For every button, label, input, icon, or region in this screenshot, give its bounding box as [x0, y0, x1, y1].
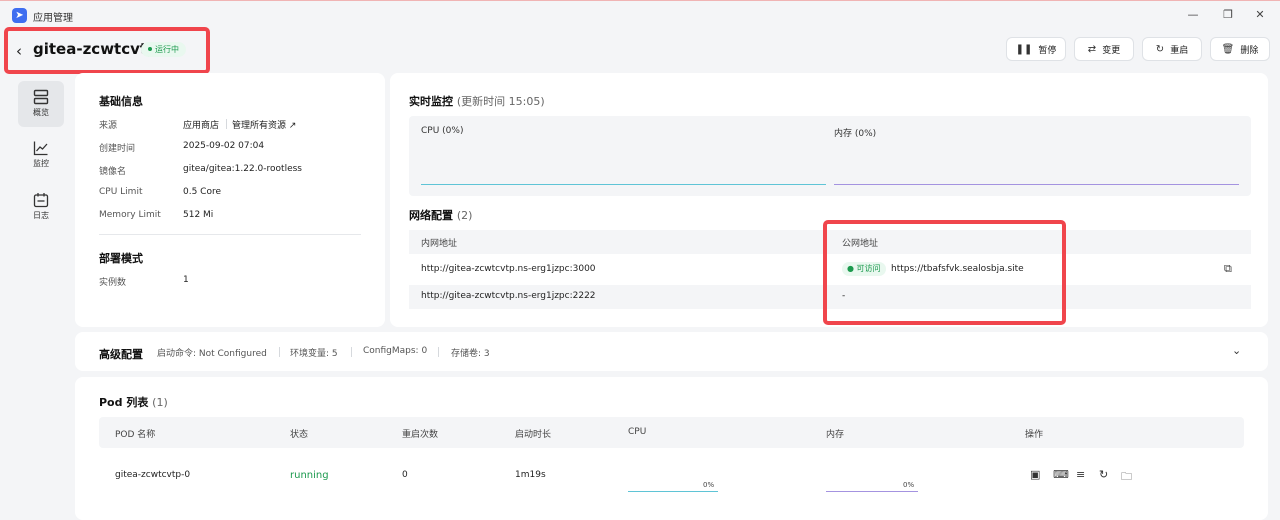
pod-name: gitea-zcwtcvtp-0: [115, 470, 191, 480]
info-key: 创建时间: [99, 144, 136, 154]
basic-info-title: 基础信息: [99, 95, 143, 108]
cpu-label: CPU (0%): [421, 126, 464, 136]
info-value: 512 Mi: [183, 210, 214, 220]
close-icon[interactable]: ✕: [1250, 7, 1270, 23]
calendar-log-icon: [33, 193, 49, 208]
nav-item-overview[interactable]: 概览: [18, 81, 64, 127]
pod-list-card: [75, 377, 1268, 520]
cpu-line: [421, 184, 826, 185]
col-header: 内存: [826, 430, 845, 440]
window-titlebar: [0, 0, 1280, 30]
info-key: Memory Limit: [99, 210, 161, 220]
restart-button[interactable]: ↻ 重启: [1142, 37, 1202, 61]
swap-icon: ⇄: [1087, 43, 1097, 55]
restore-icon[interactable]: ❐: [1218, 7, 1238, 23]
info-key: 镜像名: [99, 167, 127, 177]
rocket-icon: ➤: [12, 8, 27, 23]
col-header: 操作: [1025, 430, 1044, 440]
pause-button[interactable]: ❚❚ 暂停: [1006, 37, 1066, 61]
memory-line: [834, 184, 1239, 185]
info-key: 来源: [99, 121, 118, 131]
network-title: 网络配置 (2): [409, 209, 473, 222]
advanced-item: 启动命令: Not Configured: [157, 349, 267, 359]
divider: [226, 119, 227, 129]
advanced-item: 存储卷: 3: [451, 349, 490, 359]
folder-icon[interactable]: 🗀: [1121, 468, 1132, 487]
memory-label: 内存 (0%): [834, 129, 877, 139]
monitor-title: 实时监控 (更新时间 15:05): [409, 95, 545, 108]
advanced-item: ConfigMaps: 0: [363, 346, 428, 356]
pod-list-title: Pod 列表 (1): [99, 396, 168, 409]
info-value: 2025-09-02 07:04: [183, 141, 265, 151]
divider: [279, 347, 280, 357]
pod-uptime: 1m19s: [515, 470, 546, 480]
basic-info-card: [75, 73, 385, 327]
terminal-icon[interactable]: ⌨: [1053, 468, 1069, 481]
divider: [438, 347, 439, 357]
copy-icon[interactable]: ⧉: [1224, 262, 1232, 276]
advanced-item: 环境变量: 5: [290, 349, 338, 359]
pod-restarts: 0: [402, 470, 408, 480]
nav-item-monitor[interactable]: 监控: [18, 132, 64, 178]
info-key: 实例数: [99, 278, 127, 288]
list-icon[interactable]: ≡: [1076, 468, 1085, 481]
info-value: 0.5 Core: [183, 187, 222, 197]
change-button[interactable]: ⇄ 变更: [1074, 37, 1134, 61]
divider: [351, 347, 352, 357]
internal-address: http://gitea-zcwtcvtp.ns-erg1jzpc:2222: [421, 291, 596, 301]
delete-button[interactable]: 🗑 删除: [1210, 37, 1270, 61]
col-header: 重启次数: [402, 430, 439, 440]
cpu-sparkline: [628, 491, 718, 492]
info-value: 应用商店: [183, 121, 220, 131]
nav-item-logs[interactable]: 日志: [18, 184, 64, 230]
info-key: CPU Limit: [99, 187, 143, 197]
col-header: POD 名称: [115, 430, 156, 440]
server-icon: [33, 89, 49, 105]
info-value: 1: [183, 275, 189, 285]
pause-icon: ❚❚: [1015, 43, 1033, 55]
highlight-box-public-address: [823, 220, 1066, 325]
manage-resources-link[interactable]: 管理所有资源 ↗: [232, 118, 296, 131]
chart-line-icon: [33, 141, 48, 156]
cpu-value: 0%: [703, 481, 715, 489]
highlight-box-title: [4, 27, 210, 74]
col-header: 状态: [290, 430, 309, 440]
calendar-icon[interactable]: ▣: [1030, 468, 1040, 481]
deploy-mode-title: 部署模式: [99, 252, 143, 265]
minimize-icon[interactable]: —: [1183, 7, 1203, 23]
info-value: gitea/gitea:1.22.0-rootless: [183, 164, 302, 174]
window-title: 应用管理: [33, 13, 73, 24]
pod-table-header: [99, 417, 1244, 448]
nav-label: 概览: [33, 108, 49, 117]
divider: [99, 234, 361, 235]
memory-value: 0%: [903, 481, 915, 489]
memory-sparkline: [826, 491, 918, 492]
internal-address: http://gitea-zcwtcvtp.ns-erg1jzpc:3000: [421, 264, 596, 274]
col-header: 启动时长: [515, 430, 552, 440]
restart-icon: ↻: [1155, 43, 1165, 55]
external-link-icon: ↗: [288, 121, 297, 131]
trash-icon: 🗑: [1221, 43, 1235, 55]
nav-label: 日志: [33, 211, 49, 220]
restart-icon[interactable]: ↻: [1099, 468, 1108, 481]
col-header: CPU: [628, 427, 647, 437]
advanced-config-title: 高级配置: [99, 348, 143, 361]
pod-status: running: [290, 470, 329, 481]
nav-label: 监控: [33, 159, 49, 168]
internal-address-header: 内网地址: [421, 239, 458, 249]
chevron-down-icon[interactable]: ⌄: [1232, 344, 1241, 357]
